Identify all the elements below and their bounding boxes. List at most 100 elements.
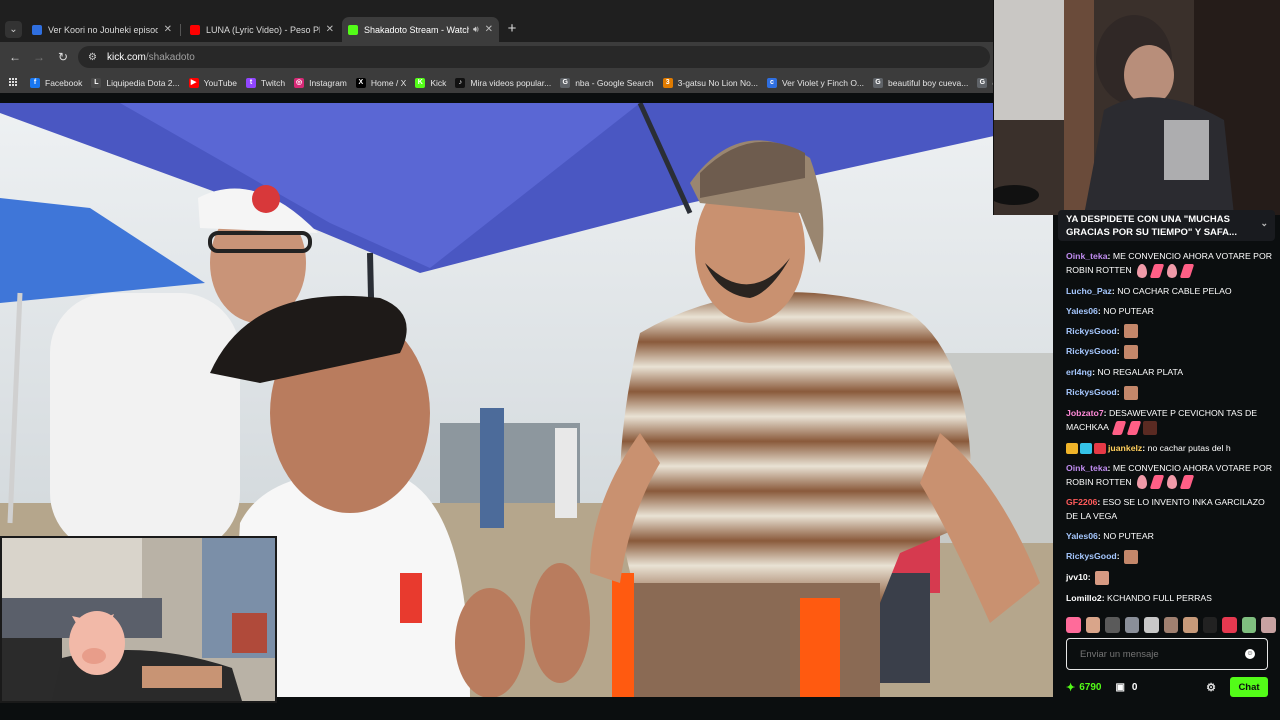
close-icon[interactable]: ✕: [485, 24, 493, 35]
bookmark-label: Instagram: [309, 77, 347, 88]
tab-shakadoto[interactable]: Shakadoto Stream - Watch 🔊︎ ✕: [342, 17, 499, 42]
emote-icon[interactable]: [1105, 617, 1120, 633]
bookmark-item[interactable]: ♪ Mira videos popular...: [455, 77, 552, 88]
emote-icon: [1136, 475, 1147, 490]
chat-username[interactable]: Oink_teka: [1066, 463, 1110, 473]
new-tab-button[interactable]: +: [504, 21, 520, 37]
bookmark-item[interactable]: 3 3-gatsu No Lion No...: [662, 77, 758, 88]
chat-username[interactable]: Yales06: [1066, 531, 1101, 541]
send-chat-button[interactable]: Chat: [1230, 677, 1268, 697]
chat-username[interactable]: Oink_teka: [1066, 251, 1110, 261]
emoji-icon[interactable]: ☺: [1245, 649, 1255, 659]
chat-message: Lomillo2 KCHANDO FULL PERRAS: [1066, 591, 1275, 605]
gifted-subs[interactable]: ▣ 0: [1115, 682, 1137, 693]
chat-message: GF2206 ESO SE LO INVENTO INKA GARCILAZO …: [1066, 495, 1275, 523]
points-icon: ✦: [1066, 681, 1076, 694]
bookmark-item[interactable]: ◎ Instagram: [294, 77, 347, 88]
site-settings-icon[interactable]: ⚙︎: [88, 52, 97, 63]
chat-username[interactable]: GF2206: [1066, 497, 1100, 507]
emote-icon[interactable]: [1202, 617, 1218, 633]
back-button[interactable]: ←: [7, 49, 23, 65]
tab-koori[interactable]: Ver Koori no Jouheki episodio 5 ✕: [26, 17, 178, 42]
emote-icon: [1142, 420, 1157, 435]
emote-icon: [1111, 420, 1127, 435]
bookmark-item[interactable]: Gnba - Google Search: [560, 77, 654, 88]
chat-text: NO CACHAR CABLE PELAO: [1117, 285, 1232, 296]
emote-icon[interactable]: [1085, 617, 1101, 633]
bookmark-item[interactable]: Gbeautiful boy cueva...: [873, 77, 968, 88]
bookmark-item[interactable]: X Home / X: [355, 77, 406, 88]
chat-footer: ✦ 6790 ▣ 0 ⚙︎ Chat: [1066, 677, 1268, 697]
chat-username[interactable]: RickysGood: [1066, 346, 1120, 356]
gifts-count: 0: [1131, 681, 1138, 693]
speaker-icon[interactable]: 🔊︎: [473, 24, 479, 35]
browser-window: ⌄ Ver Koori no Jouheki episodio 5 ✕ LUNA…: [0, 0, 1280, 720]
bookmark-label: Mira videos popular...: [470, 77, 552, 88]
chat-username[interactable]: Yales06: [1066, 306, 1101, 316]
chat-username[interactable]: erl4ng: [1066, 367, 1095, 377]
emote-icon[interactable]: [1241, 617, 1257, 633]
address-bar[interactable]: ⚙︎ kick.com/shakadoto: [78, 46, 990, 68]
chat-message: juankelz no cachar putas del h: [1066, 441, 1275, 455]
tab-title: Shakadoto Stream - Watch: [364, 24, 469, 35]
tab-search-button[interactable]: ⌄: [5, 21, 22, 38]
pinned-message[interactable]: YA DESPIDETE CON UNA "MUCHAS GRACIAS POR…: [1058, 210, 1275, 241]
apps-grid-icon[interactable]: [9, 78, 18, 87]
bookmark-item[interactable]: K Kick: [415, 77, 446, 88]
bookmark-label: nba - Google Search: [575, 77, 654, 88]
emote-icon[interactable]: [1163, 617, 1179, 633]
bookmark-item[interactable]: L Liquipedia Dota 2...: [91, 77, 180, 88]
channel-points[interactable]: ✦ 6790: [1066, 681, 1101, 694]
chevron-down-icon: ⌄: [9, 24, 18, 35]
chevron-down-icon[interactable]: ⌄: [1260, 217, 1268, 230]
gear-icon[interactable]: ⚙︎: [1206, 681, 1216, 694]
chat-message: erl4ng NO REGALAR PLATA: [1066, 365, 1275, 379]
emote-icon[interactable]: [1183, 617, 1198, 633]
chat-message-input[interactable]: [1066, 638, 1268, 670]
chat-username[interactable]: RickysGood: [1066, 551, 1120, 561]
emote-icon[interactable]: [1261, 617, 1277, 633]
emote-icon: [1179, 475, 1194, 490]
reload-button[interactable]: ↻: [55, 49, 71, 65]
tiktok-icon: ♪: [455, 77, 466, 88]
chat-username[interactable]: Jobzato7: [1066, 408, 1107, 418]
chat-username[interactable]: jvv10: [1066, 572, 1091, 582]
points-count: 6790: [1079, 681, 1102, 693]
emote-icon[interactable]: [1222, 617, 1237, 633]
chat-username[interactable]: Lucho_Paz: [1066, 286, 1115, 296]
bookmark-item[interactable]: t Twitch: [246, 77, 285, 88]
google-icon: G: [873, 77, 884, 88]
webcam-overlay-bottom: [0, 536, 277, 703]
arrow-right-icon: →: [33, 50, 45, 64]
tab-luna[interactable]: LUNA (Lyric Video) - Peso Pluma ✕: [184, 17, 340, 42]
chat-message: Yales06 NO PUTEAR: [1066, 304, 1275, 318]
chat-text: NO PUTEAR: [1103, 305, 1154, 316]
chat-username[interactable]: RickysGood: [1066, 326, 1120, 336]
webcam-overlay-top: [993, 0, 1280, 215]
youtube-icon: ▶: [188, 77, 199, 88]
forward-button[interactable]: →: [31, 49, 47, 65]
youtube-favicon-icon: [190, 24, 200, 35]
chat-username[interactable]: RickysGood: [1066, 387, 1120, 397]
plus-icon: +: [507, 20, 517, 37]
emote-icon[interactable]: [1124, 617, 1140, 633]
bookmark-item[interactable]: ▶ YouTube: [188, 77, 237, 88]
close-icon[interactable]: ✕: [326, 24, 334, 35]
close-icon[interactable]: ✕: [164, 24, 172, 35]
tab-title: Ver Koori no Jouheki episodio 5: [48, 24, 158, 35]
site-favicon-icon: [32, 24, 42, 35]
chat-panel: YA DESPIDETE CON UNA "MUCHAS GRACIAS POR…: [1053, 210, 1280, 720]
emote-icon[interactable]: [1066, 617, 1081, 633]
bookmark-item[interactable]: f Facebook: [30, 77, 82, 88]
url-path: /shakadoto: [145, 51, 195, 63]
chat-username[interactable]: Lomillo2: [1066, 593, 1105, 603]
url-host: kick.com: [106, 51, 146, 63]
emote-icon: [1126, 420, 1142, 435]
google-icon: G: [977, 77, 988, 88]
emote-icon[interactable]: [1144, 617, 1159, 633]
emote-icon: [1123, 345, 1138, 360]
bookmark-item[interactable]: c Ver Violet y Finch O...: [766, 77, 864, 88]
emote-icon: [1094, 570, 1109, 585]
emote-icon: [1123, 324, 1138, 339]
chat-username[interactable]: juankelz: [1108, 443, 1145, 453]
